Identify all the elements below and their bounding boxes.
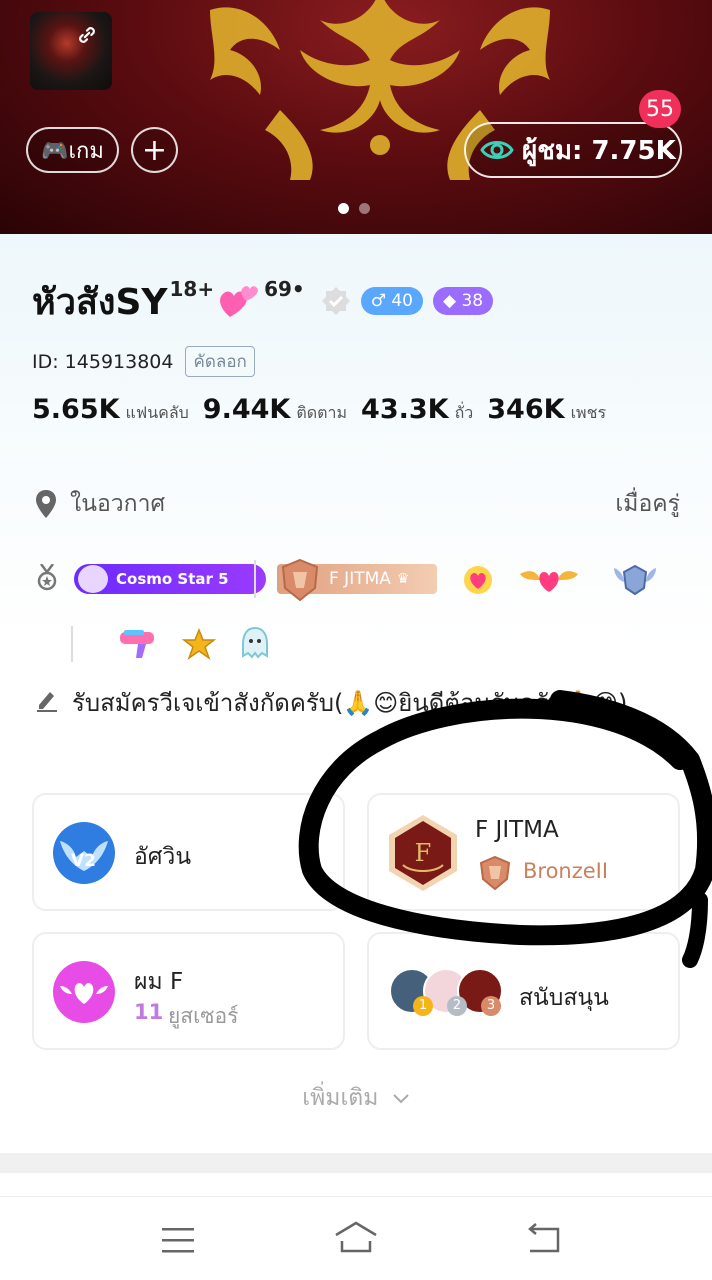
fanclub-count[interactable]: 5.65K (32, 394, 120, 425)
crown-icon: ♛ (396, 571, 410, 587)
diamonds-count[interactable]: 346K (487, 394, 564, 425)
profile-name-row: หัวสังSY 18+ 69• ♂ 40 ◆ 38 (32, 276, 494, 326)
heart-ring-icon (464, 566, 492, 594)
bronze-shield-icon (281, 558, 319, 602)
viewers-button[interactable]: ผู้ชม: 7.75K (464, 122, 682, 178)
verified-icon (321, 287, 350, 315)
family-crest-icon: F (389, 815, 457, 891)
hearts-emoji-icon (220, 286, 258, 317)
beans-label: ถั่ว (454, 403, 474, 422)
fan-heart-wing-icon (53, 961, 115, 1023)
guardian-card[interactable]: V2 อัศวิน (32, 793, 345, 911)
user-id-row: ID: 145913804 คัดลอก (32, 346, 255, 377)
bronze-rank-icon (479, 855, 511, 891)
game-chip-button[interactable]: 🎮เกม (26, 127, 119, 173)
family-badge-label: F JITMA (329, 569, 391, 589)
svg-text:F: F (415, 839, 432, 867)
diamond-level-badge: ◆ 38 (433, 287, 494, 315)
guardian-name: อัศวิน (134, 844, 192, 870)
last-active-text: เมื่อครู่ (615, 491, 680, 517)
bio-text: รับสมัครวีเจเข้าสังกัดครับ(🙏😊ยินดีต้อนรั… (72, 689, 628, 717)
fan-count-label: ยูสเซอร์ (168, 1004, 239, 1028)
family-rank: BronzeII (523, 859, 609, 883)
eye-icon (480, 141, 514, 159)
fan-count: 11 (134, 1000, 164, 1024)
stats-row: 5.65K แฟนคลับ 9.44K ติดตาม 43.3K ถั่ว 346K เ… (32, 394, 620, 426)
cosmo-star-badge[interactable]: Cosmo Star 5 (74, 564, 266, 594)
family-name: F JITMA (475, 817, 559, 843)
fanclub-label: แฟนคลับ (125, 403, 189, 422)
rank-badge-3: 3 (481, 996, 501, 1016)
location-text: ในอวกาศ (70, 491, 166, 517)
add-button[interactable]: + (131, 127, 178, 173)
profile-name: หัวสังSY (32, 281, 168, 323)
cosmo-icon (78, 565, 108, 593)
fan-group-name: ผม F (134, 969, 184, 995)
rank-badge-1: 1 (413, 996, 433, 1016)
viewers-count: ผู้ชม: 7.75K (522, 135, 676, 166)
show-more-label: เพิ่มเติม (302, 1085, 379, 1111)
ghost-mascot-icon (242, 626, 268, 659)
rank-badge-2: 2 (447, 996, 467, 1016)
carousel-indicator (338, 203, 370, 214)
profile-cover-banner[interactable]: 🎮เกม + ผู้ชม: 7.75K 55 (0, 0, 712, 234)
badges-row: Cosmo Star 5 F JITMA ♛ (36, 558, 676, 602)
following-count[interactable]: 9.44K (203, 394, 291, 425)
fan-group-card[interactable]: ผม F 11 ยูสเซอร์ (32, 932, 345, 1050)
link-icon (79, 27, 95, 43)
badge-separator (254, 560, 256, 598)
gender-level-badge: ♂ 40 (360, 287, 423, 315)
medal-icon (37, 564, 57, 591)
user-id: ID: 145913804 (32, 350, 174, 373)
star-badge-icon (182, 628, 216, 660)
edit-pencil-icon (37, 692, 57, 712)
location-row: ในอวกาศ (36, 486, 165, 522)
location-pin-icon (36, 490, 56, 518)
notification-badge: 55 (639, 90, 681, 128)
name-suffix-age: 18+ (169, 277, 215, 301)
beans-count[interactable]: 43.3K (361, 394, 449, 425)
support-label: สนับสนุน (519, 985, 609, 1011)
show-more-button[interactable]: เพิ่มเติม (0, 1080, 712, 1116)
cosmo-star-label: Cosmo Star 5 (116, 570, 229, 588)
winged-heart-icon (520, 571, 578, 592)
carousel-dot (359, 203, 370, 214)
following-label: ติดตาม (296, 403, 348, 422)
profile-page: 🎮เกม + ผู้ชม: 7.75K 55 หัวสังSY 18+ 69• (0, 0, 712, 1280)
water-gun-icon (120, 630, 154, 658)
wing-emblem-icon (614, 564, 656, 596)
support-card[interactable]: 1 2 3 สนับสนุน (367, 932, 680, 1050)
diamonds-label: เพชร (570, 403, 607, 422)
section-divider (0, 1153, 712, 1173)
copy-id-button[interactable]: คัดลอก (185, 346, 255, 377)
bio-section: รับสมัครวีเจเข้าสังกัดครับ(🙏😊ยินดีต้อนรั… (36, 686, 676, 720)
system-navigation-bar (0, 1196, 712, 1280)
badge-separator-2 (71, 626, 73, 662)
cover-thumbnail[interactable] (30, 12, 112, 90)
carousel-dot-active (338, 203, 349, 214)
family-badge[interactable]: F JITMA ♛ (277, 558, 437, 602)
menu-icon[interactable] (160, 1225, 196, 1255)
back-icon[interactable] (524, 1223, 562, 1255)
name-suffix-number: 69• (264, 277, 305, 301)
guardian-badge-text: V2 (71, 851, 96, 871)
chevron-down-icon (393, 1094, 409, 1104)
family-card[interactable]: F F JITMA BronzeII (367, 793, 680, 911)
home-icon[interactable] (332, 1221, 380, 1255)
